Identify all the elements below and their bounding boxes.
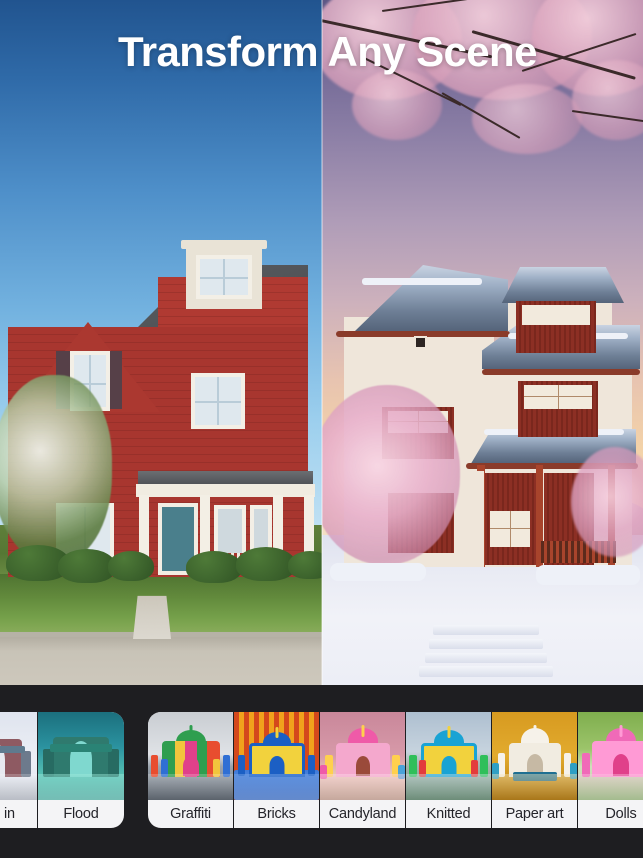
- style-thumbnail: [148, 712, 233, 800]
- style-group-right[interactable]: Graffiti Bricks Candyland Knitted Paper …: [148, 712, 643, 828]
- style-card-candyland[interactable]: Candyland: [320, 712, 406, 828]
- shrub: [108, 551, 154, 581]
- upper-roof: [501, 267, 624, 303]
- style-card-label: Knitted: [426, 806, 471, 822]
- roof-snow: [362, 278, 482, 285]
- style-card-label: Candyland: [328, 806, 397, 822]
- style-thumbnail: [320, 712, 405, 800]
- porch-fascia: [136, 484, 315, 497]
- style-thumbnail: [38, 712, 124, 800]
- style-card-label: Bricks: [257, 806, 296, 822]
- upper-shoji-window: [522, 305, 590, 325]
- hero-image-after[interactable]: [322, 0, 643, 685]
- shrub: [186, 551, 242, 583]
- style-card-label: Graffiti: [170, 806, 211, 822]
- shrub: [288, 551, 322, 579]
- window-shutter: [108, 351, 122, 409]
- shoji-grid: [524, 396, 592, 397]
- before-after-hero: Transform Any Scene: [0, 0, 643, 685]
- window-mullion: [200, 277, 248, 279]
- style-thumbnail: [406, 712, 491, 800]
- shrub: [236, 547, 296, 581]
- style-carousel[interactable]: wed in Flood: [0, 685, 643, 858]
- style-card-wedin[interactable]: wed in: [0, 712, 38, 828]
- shoji-grid: [558, 385, 559, 409]
- snow-mound: [536, 565, 640, 585]
- shoji-grid: [490, 528, 530, 529]
- porch-window: [214, 505, 246, 557]
- style-card-graffiti[interactable]: Graffiti: [148, 712, 234, 828]
- hero-image-before[interactable]: [0, 0, 322, 685]
- gable-vent: [414, 336, 427, 349]
- style-group-left[interactable]: wed in Flood: [0, 712, 124, 828]
- style-card-label: Paper art: [505, 806, 564, 822]
- style-card-paper-art[interactable]: Paper art: [492, 712, 578, 828]
- app-root: Transform Any Scene wed in: [0, 0, 643, 858]
- style-card-knitted[interactable]: Knitted: [406, 712, 492, 828]
- road-left: [0, 637, 322, 685]
- porch-roof: [138, 471, 313, 485]
- style-thumbnail: [492, 712, 577, 800]
- style-card-dolls[interactable]: Dolls: [578, 712, 643, 828]
- style-card-flood[interactable]: Flood: [38, 712, 124, 828]
- style-thumbnail: [234, 712, 319, 800]
- style-thumbnail: [0, 712, 37, 800]
- roof-eave: [482, 369, 640, 375]
- page-title: Transform Any Scene: [118, 28, 537, 75]
- style-thumbnail: [578, 712, 643, 800]
- window-mullion: [195, 401, 241, 403]
- cherry-tree-left: [322, 385, 460, 565]
- style-card-label: Flood: [63, 806, 99, 822]
- shoji-grid: [510, 511, 511, 547]
- snow-mound: [330, 563, 426, 581]
- walkway-left: [133, 595, 171, 639]
- style-card-bricks[interactable]: Bricks: [234, 712, 320, 828]
- entry-steps: [419, 617, 553, 679]
- flowering-tree: [0, 375, 112, 565]
- before-after-divider[interactable]: [321, 0, 323, 685]
- style-card-label: Dolls: [605, 806, 637, 822]
- style-card-label: wed in: [0, 806, 15, 822]
